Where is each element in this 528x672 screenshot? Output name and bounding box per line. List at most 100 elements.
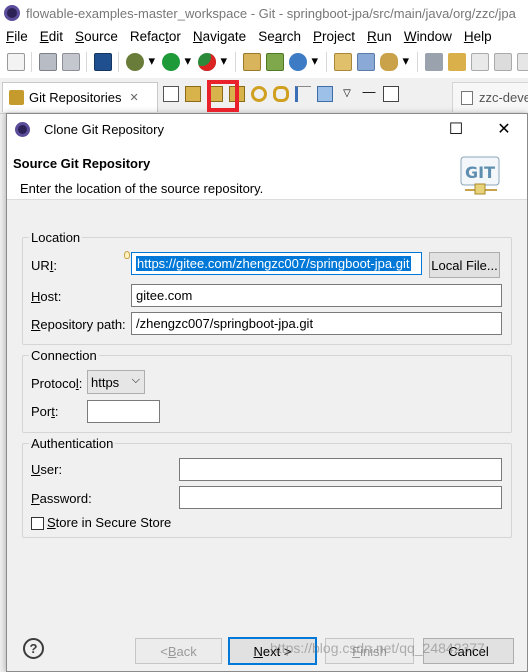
menu-run[interactable]: Run [361,29,398,44]
content-assist-icon [124,251,130,259]
dialog-titlebar: Clone Git Repository ☐ ✕ [7,114,527,144]
window-titlebar: flowable-examples-master_workspace - Git… [0,0,528,26]
location-group-label: Location [31,230,81,245]
password-label: Password: [31,491,92,506]
repository-path-input[interactable]: /zhengzc007/springboot-jpa.git [131,312,502,335]
new-file-icon[interactable] [6,53,25,71]
next-button[interactable]: Next > [228,637,317,665]
debug-icon[interactable] [125,53,144,71]
connection-group-label: Connection [31,348,97,363]
file-icon [461,90,473,105]
port-label: Port: [31,404,59,419]
annotation-icon[interactable] [424,53,443,71]
menu-refactor[interactable]: Refactor [124,29,187,44]
tab-git-repositories[interactable]: Git Repositories ✕ [2,82,158,112]
close-button[interactable]: ✕ [481,114,527,144]
local-file-button[interactable]: Local File... [429,252,500,278]
show-whitespace-icon[interactable] [470,53,489,71]
link-with-selection-icon[interactable] [273,86,289,102]
window-title: flowable-examples-master_workspace - Git… [26,5,516,21]
new-java-project-icon[interactable] [242,53,261,71]
minimize-icon[interactable]: — [361,85,377,102]
terminal-icon[interactable] [93,53,112,71]
dropdown-icon[interactable]: ▾ [312,53,320,71]
menu-project[interactable]: Project [307,29,361,44]
toolbar-separator [417,52,418,72]
user-label: User: [31,462,63,477]
menu-file[interactable]: File [0,29,34,44]
header-message: Enter the location of the source reposit… [20,181,264,196]
protocol-label: Protocol: [31,376,83,391]
block-selection-icon[interactable] [493,53,512,71]
user-input[interactable] [179,458,502,481]
uri-input[interactable]: https://gitee.com/zhengzc007/springboot-… [131,252,422,275]
tab-editor-zzc-deve[interactable]: zzc-deve [452,82,528,112]
password-input[interactable] [179,486,502,509]
view-tab-bar: Git Repositories ✕ ▽ — zzc-deve [0,78,528,114]
dropdown-icon[interactable]: ▾ [149,53,157,71]
git-logo-icon: GIT [460,156,500,195]
host-input[interactable]: gitee.com [131,284,502,307]
port-input[interactable] [87,400,160,423]
menu-bar: File Edit Source Refactor Navigate Searc… [0,26,528,46]
menu-window[interactable]: Window [398,29,458,44]
menu-search[interactable]: Search [252,29,307,44]
store-in-secure-store-label: Store in Secure Store [47,515,172,530]
dialog-header: Source Git Repository Enter the location… [7,144,527,200]
menu-source[interactable]: Source [69,29,124,44]
refresh-icon[interactable] [251,86,267,102]
finish-button[interactable]: Finish [325,638,414,664]
run-icon[interactable] [161,53,180,71]
open-task-icon[interactable] [356,53,375,71]
back-button[interactable]: < Back [135,638,222,664]
git-view-toolbar: ▽ — [160,85,402,102]
authentication-group-label: Authentication [31,436,114,451]
chevron-down-icon: ⌵ [131,374,140,386]
header-title: Source Git Repository [13,156,151,171]
dialog-title: Clone Git Repository [44,121,164,137]
collapse-all-icon[interactable] [163,86,179,102]
branch-hierarchy-icon[interactable] [317,86,333,102]
menu-edit[interactable]: Edit [34,29,69,44]
repository-path-label: Repository path: [31,317,126,332]
view-menu-icon[interactable]: ▽ [339,86,355,102]
protocol-select[interactable]: https ⌵ [87,370,145,394]
clone-git-repository-dialog: Clone Git Repository ☐ ✕ Source Git Repo… [6,113,528,672]
eclipse-icon [4,5,20,21]
git-logo-text: GIT [465,163,495,182]
add-existing-repository-icon[interactable] [185,86,201,102]
new-class-icon[interactable] [288,53,307,71]
toolbar-separator [326,52,327,72]
store-in-secure-store-checkbox[interactable] [31,517,44,530]
dropdown-icon[interactable]: ▾ [185,53,193,71]
help-button[interactable]: ? [23,638,44,659]
layout-icon[interactable] [295,86,311,102]
eclipse-icon [15,121,30,137]
uri-label: URI: [31,258,58,273]
cancel-button[interactable]: Cancel [423,638,514,664]
close-icon[interactable]: ✕ [129,91,138,104]
save-icon[interactable] [38,53,57,71]
open-type-icon[interactable] [333,53,352,71]
toolbar-separator [86,52,87,72]
menu-help[interactable]: Help [458,29,498,44]
menu-navigate[interactable]: Navigate [187,29,252,44]
dropdown-icon[interactable]: ▾ [221,53,229,71]
new-package-icon[interactable] [265,53,284,71]
maximize-icon[interactable] [383,86,399,102]
toolbar-separator [31,52,32,72]
show-paragraph-icon[interactable] [516,53,528,71]
toolbar-separator [118,52,119,72]
host-label: Host: [31,289,62,304]
search-icon[interactable] [379,53,398,71]
external-tools-icon[interactable] [197,53,216,71]
save-all-icon[interactable] [61,53,80,71]
highlight-annotation-box [207,80,239,112]
toolbar-separator [235,52,236,72]
dropdown-icon[interactable]: ▾ [403,53,411,71]
main-toolbar: ▾ ▾ ▾ ▾ ▾ [0,46,528,78]
mark-occurrences-icon[interactable] [447,53,466,71]
protocol-value: https [91,374,120,390]
maximize-button[interactable]: ☐ [433,114,479,144]
git-repositories-icon [9,90,24,105]
